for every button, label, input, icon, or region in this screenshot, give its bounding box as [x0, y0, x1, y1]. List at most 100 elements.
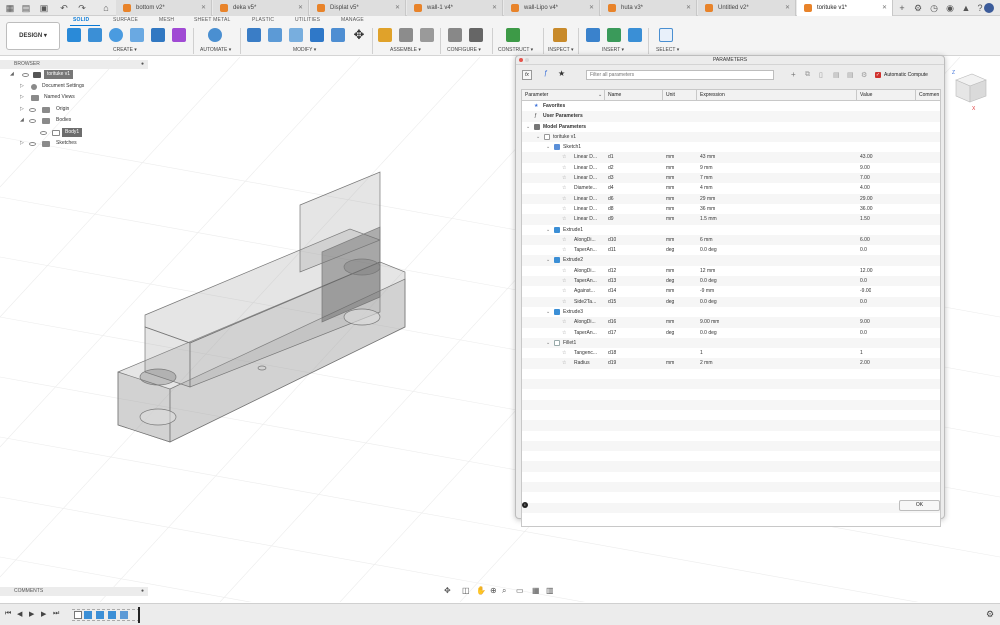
fit-icon[interactable]: ⌕	[502, 586, 506, 596]
settings-icon[interactable]: ⚙	[861, 71, 867, 79]
zoom-icon[interactable]: ⊕	[490, 586, 497, 595]
param-expression[interactable]: 2 mm	[700, 358, 713, 368]
parameter-row[interactable]: ☆ AlongDi... d16 mm 9.00 mm 9.00	[522, 317, 940, 328]
new-component-icon[interactable]	[378, 28, 392, 42]
close-tab-icon[interactable]: ✕	[201, 0, 206, 16]
collapse-arrow-icon[interactable]: ◢	[10, 69, 14, 81]
param-expression[interactable]: 9 mm	[700, 163, 713, 173]
document-tab[interactable]: Displat v5* ✕	[310, 0, 406, 16]
extensions-icon[interactable]: ⚙	[912, 2, 924, 14]
create-sketch-icon[interactable]	[67, 28, 81, 42]
timeline-track[interactable]	[72, 609, 140, 621]
col-value[interactable]: Value	[857, 90, 916, 101]
parameter-row[interactable]: ☆ Against... d14 mm -9 mm -9.00	[522, 286, 940, 296]
parameter-row[interactable]: ☆ AlongDi... d10 mm 6 mm 6.00	[522, 234, 940, 246]
import-icon[interactable]: ▤	[833, 71, 840, 79]
parameter-row[interactable]: ☆ AlongDi... d12 mm 12 mm 12.00	[522, 266, 940, 276]
sketch-feature-icon[interactable]	[74, 611, 82, 619]
favorite-star-icon[interactable]: ☆	[562, 297, 566, 307]
parameter-row[interactable]: ☆ Radius d19 mm 2 mm 2.00	[522, 358, 940, 369]
play-icon[interactable]: ▶	[29, 610, 34, 618]
close-tab-icon[interactable]: ✕	[686, 0, 691, 16]
pan-icon[interactable]: ✋	[476, 586, 486, 595]
col-expression[interactable]: Expression	[697, 90, 857, 101]
col-comment[interactable]: Commen	[916, 90, 940, 101]
create-menu[interactable]: CREATE ▾	[113, 47, 137, 53]
document-tab[interactable]: huta v3* ✕	[601, 0, 697, 16]
parameter-row[interactable]: ☆ Linear D... d3 mm 7 mm 7.00	[522, 173, 940, 184]
fillet-icon[interactable]	[268, 28, 282, 42]
root-label[interactable]: torituke v1	[44, 70, 74, 79]
ribbon-tab[interactable]: PLASTIC	[252, 17, 274, 23]
param-expression[interactable]: 1.5 mm	[700, 214, 717, 224]
param-expression[interactable]: 9.00 mm	[700, 317, 719, 327]
delete-icon[interactable]: ▯	[819, 71, 823, 79]
visibility-icon[interactable]	[29, 142, 36, 146]
parameter-group-row[interactable]: ⌄ Fillet1	[522, 337, 940, 349]
joint-icon[interactable]	[399, 28, 413, 42]
motion-link-icon[interactable]	[420, 28, 434, 42]
ok-button[interactable]: OK	[899, 500, 940, 511]
param-expression[interactable]: -9 mm	[700, 286, 714, 296]
ribbon-tab[interactable]: SHEET METAL	[194, 17, 230, 23]
go-to-start-icon[interactable]: ⏮	[5, 610, 11, 618]
user-avatar[interactable]	[984, 3, 994, 13]
visibility-icon[interactable]	[29, 107, 36, 112]
view-cube[interactable]: Z X	[950, 66, 990, 110]
parameters-icon[interactable]	[448, 28, 462, 42]
grid-settings-icon[interactable]: ▦	[532, 586, 540, 595]
close-tab-icon[interactable]: ✕	[589, 0, 594, 16]
form-icon[interactable]	[172, 28, 186, 42]
split-icon[interactable]	[331, 28, 345, 42]
hole-icon[interactable]	[130, 28, 144, 42]
favorite-star-icon[interactable]: ☆	[562, 286, 566, 296]
parameter-row[interactable]: ☆ Tangenc... d18 1 1	[522, 348, 940, 358]
favorite-star-icon[interactable]: ☆	[562, 183, 566, 193]
filter-fx-icon[interactable]: ƒ	[544, 70, 548, 77]
parameter-row[interactable]: ☆ Linear D... d6 mm 29 mm 29.00	[522, 193, 940, 204]
timeline-settings-icon[interactable]: ⚙	[986, 609, 994, 620]
collapse-arrow-icon[interactable]: ⌄	[546, 338, 550, 348]
param-expression[interactable]: 0.0 deg	[700, 328, 717, 338]
param-expression[interactable]: 0.0 deg	[700, 297, 717, 307]
timeline-marker[interactable]	[138, 607, 140, 623]
ribbon-tab[interactable]: MESH	[159, 17, 174, 23]
pin-icon[interactable]: ●	[141, 587, 144, 596]
close-icon[interactable]	[519, 58, 523, 62]
param-expression[interactable]: 0.0 deg	[700, 276, 717, 286]
expand-arrow-icon[interactable]: ▷	[20, 138, 24, 150]
parameter-group-row[interactable]: ⌄ torituke v1	[522, 131, 940, 143]
notification-icon[interactable]: ▲	[960, 2, 972, 14]
select-icon[interactable]	[659, 28, 673, 42]
favorite-star-icon[interactable]: ☆	[562, 276, 566, 286]
extrude-icon[interactable]	[88, 28, 102, 42]
close-tab-icon[interactable]: ✕	[882, 0, 887, 16]
param-expression[interactable]: 29 mm	[700, 194, 715, 204]
export-icon[interactable]: ▤	[847, 71, 854, 79]
insert-mcmaster-icon[interactable]	[607, 28, 621, 42]
favorite-star-icon[interactable]: ☆	[562, 204, 566, 214]
browser-item[interactable]: ▷ Named Views	[0, 92, 148, 104]
col-parameter[interactable]: Parameter	[522, 90, 605, 101]
history-icon[interactable]: ◷	[928, 2, 940, 14]
param-expression[interactable]: 1	[700, 348, 703, 358]
go-to-end-icon[interactable]: ⏭	[53, 610, 59, 618]
parameter-group-row[interactable]: ⌄ Model Parameters	[522, 122, 940, 132]
copy-icon[interactable]: ⧉	[805, 71, 810, 79]
param-expression[interactable]: 43 mm	[700, 152, 715, 162]
visibility-icon[interactable]	[40, 130, 47, 135]
minimize-icon[interactable]	[525, 58, 529, 62]
extrude-feature-icon[interactable]	[84, 611, 92, 619]
favorite-star-icon[interactable]: ☆	[562, 163, 566, 173]
favorites-star-icon[interactable]: ★	[558, 69, 565, 78]
pin-icon[interactable]: ●	[141, 60, 144, 69]
param-expression[interactable]: 7 mm	[700, 173, 713, 183]
document-tab[interactable]: torituke v1* ✕	[797, 0, 893, 16]
ribbon-tab[interactable]: SURFACE	[113, 17, 138, 23]
col-unit[interactable]: Unit	[663, 90, 697, 101]
browser-item[interactable]: Body1	[0, 127, 148, 139]
favorite-star-icon[interactable]: ☆	[562, 358, 566, 368]
save-icon[interactable]: ▣	[38, 2, 50, 14]
browser-item[interactable]: ▷ Sketches	[0, 138, 148, 150]
press-pull-icon[interactable]	[247, 28, 261, 42]
